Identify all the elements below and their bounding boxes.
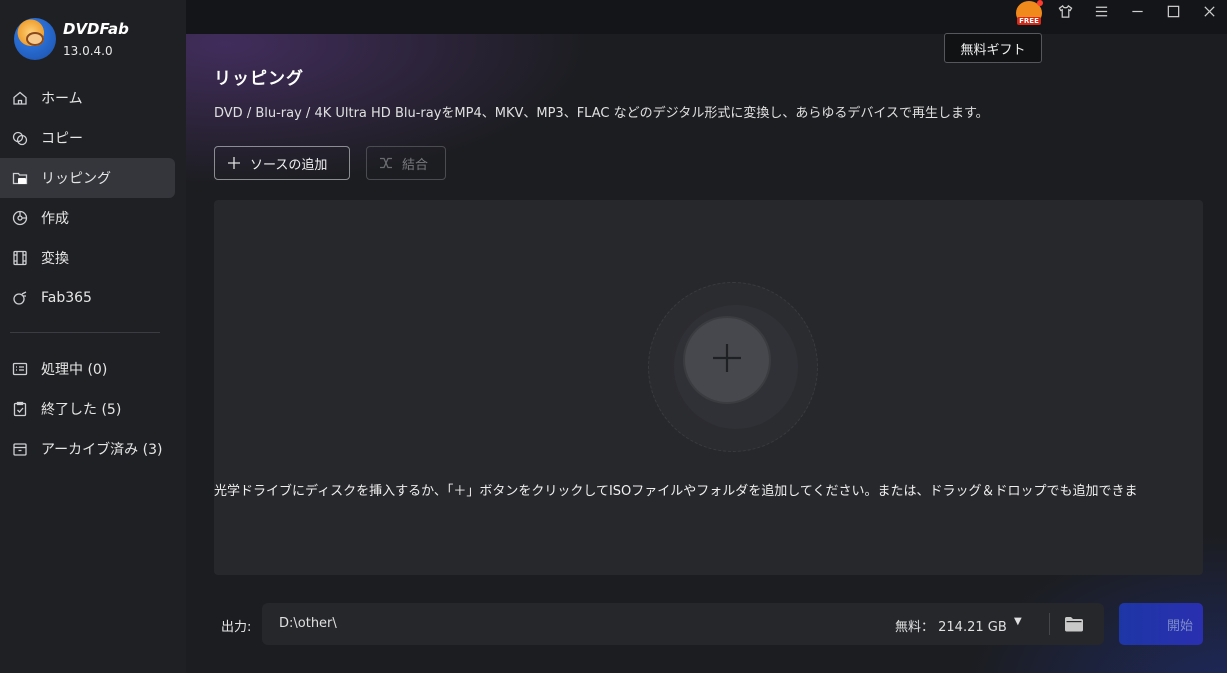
sidebar-item-label: 処理中 (0) [41,362,108,378]
merge-button[interactable]: 結合 [366,146,446,180]
copy-icon [12,130,28,146]
sidebar-item-ripper[interactable]: リッピング [0,158,175,198]
maximize-button[interactable] [1155,0,1191,26]
sidebar-item-finished[interactable]: 終了した (5) [0,389,175,429]
sidebar-item-label: 変換 [41,251,69,267]
main-panel: リッピング DVD / Blu-ray / 4K Ultra HD Blu-ra… [186,34,1227,673]
chevron-down-icon[interactable]: ▼ [1014,616,1022,627]
page-title: リッピング [214,69,304,89]
archive-icon [12,441,28,457]
shirt-icon [1058,4,1073,23]
sidebar: DVDFab 13.0.4.0 ホーム コピー リッピング 作成 変換 Fab3… [0,0,186,673]
output-path: D:\other\ [279,616,337,631]
add-source-label: ソースの追加 [250,157,328,173]
free-space: 無料： 214.21 GB [895,620,1007,635]
plus-icon [227,156,241,170]
output-path-field[interactable]: D:\other\ 無料： 214.21 GB ▼ [262,603,1104,645]
sidebar-item-label: 作成 [41,211,69,227]
sidebar-item-archived[interactable]: アーカイブ済み (3) [0,429,175,469]
converter-icon [12,250,28,266]
sidebar-item-label: Fab365 [41,290,92,306]
sidebar-item-fab365[interactable]: Fab365 [0,278,175,318]
output-label: 出力: [221,620,252,635]
fab365-icon [12,290,28,306]
sidebar-item-home[interactable]: ホーム [0,78,175,118]
sidebar-item-creator[interactable]: 作成 [0,198,175,238]
app-logo [14,18,56,60]
add-source-button[interactable]: ソースの追加 [214,146,350,180]
menu-button[interactable] [1083,0,1119,26]
finished-icon [12,401,28,417]
free-gift-button[interactable]: FREE [1011,0,1047,26]
plus-icon [710,341,744,379]
free-gift-tooltip: 無料ギフト [944,33,1042,63]
start-button[interactable]: 開始 [1119,603,1203,645]
brand: DVDFab 13.0.4.0 [14,18,129,60]
output-divider [1049,613,1050,635]
sidebar-item-label: リッピング [41,171,111,187]
sidebar-item-processing[interactable]: 処理中 (0) [0,349,175,389]
minimize-button[interactable] [1119,0,1155,26]
sidebar-nav: ホーム コピー リッピング 作成 変換 Fab365 処理中 (0) 終了した … [0,78,186,469]
close-icon [1202,4,1217,23]
app-version: 13.0.4.0 [63,44,113,58]
processing-icon [12,361,28,377]
title-bar: FREE [186,0,1227,34]
sidebar-item-copy[interactable]: コピー [0,118,175,158]
ripper-icon [12,170,28,186]
menu-icon [1094,4,1109,23]
sidebar-item-label: 終了した (5) [41,402,122,418]
add-file-button[interactable] [685,318,769,402]
sidebar-item-label: アーカイブ済み (3) [41,442,163,458]
app-name: DVDFab [63,20,129,38]
page-description: DVD / Blu-ray / 4K Ultra HD Blu-rayをMP4、… [214,106,989,121]
merge-icon [379,156,393,170]
sidebar-divider [10,332,160,333]
gift-icon: FREE [1016,0,1043,25]
notification-dot [1037,0,1043,6]
drop-zone[interactable]: 光学ドライブにディスクを挿入するか、「＋」ボタンをクリックしてISOファイルやフ… [214,200,1203,575]
maximize-icon [1166,4,1181,23]
home-icon [12,90,28,106]
creator-icon [12,210,28,226]
merge-label: 結合 [402,157,429,173]
sidebar-item-converter[interactable]: 変換 [0,238,175,278]
sidebar-item-label: コピー [41,131,83,147]
close-button[interactable] [1191,0,1227,26]
minimize-icon [1130,4,1145,23]
free-badge-label: FREE [1017,17,1041,25]
drop-hint: 光学ドライブにディスクを挿入するか、「＋」ボタンをクリックしてISOファイルやフ… [214,484,1138,499]
folder-icon[interactable] [1064,615,1084,633]
sidebar-item-label: ホーム [41,91,83,107]
skin-button[interactable] [1047,0,1083,26]
